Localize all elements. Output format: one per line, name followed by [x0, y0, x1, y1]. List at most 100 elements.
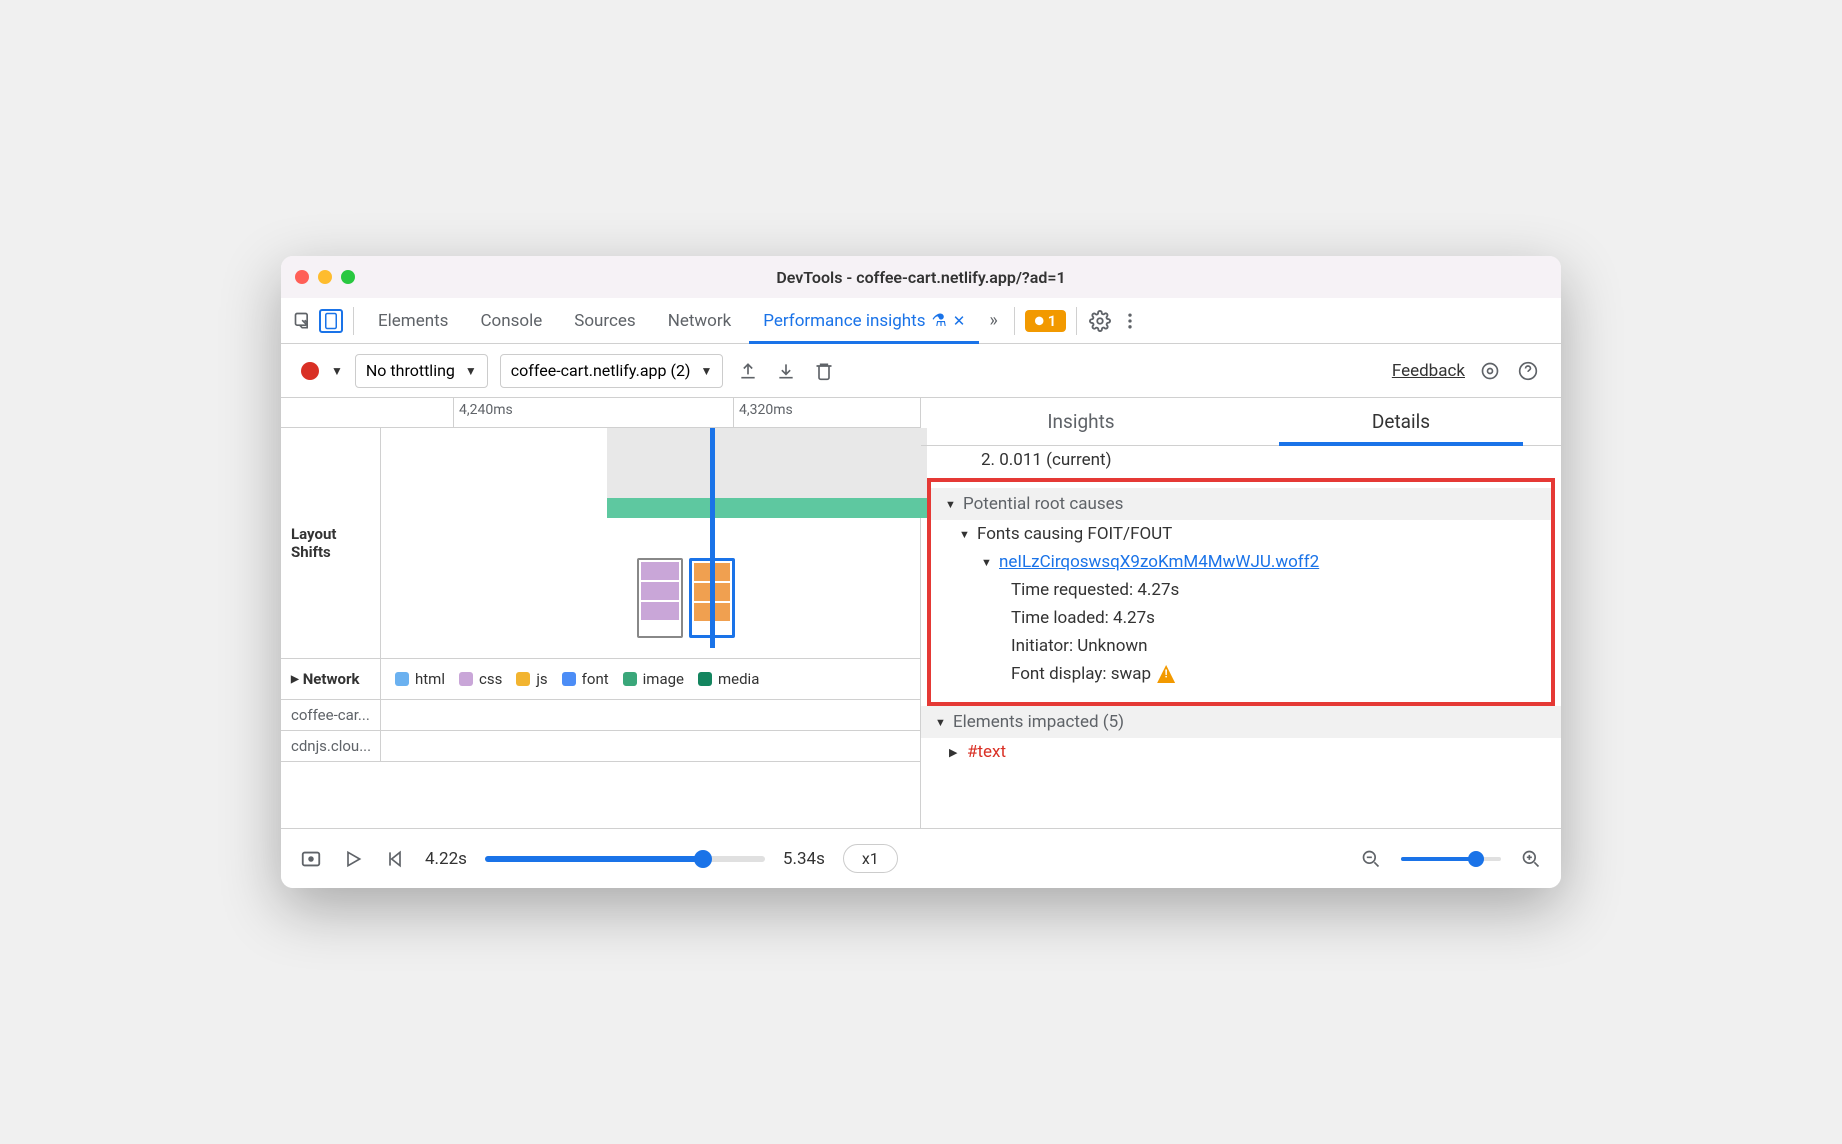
- disclosure-icon: ▶: [291, 674, 299, 685]
- time-ruler[interactable]: 4,240ms 4,320ms: [281, 398, 920, 428]
- skip-back-icon[interactable]: [383, 847, 407, 871]
- issues-count: 1: [1048, 312, 1057, 330]
- zoom-knob[interactable]: [1468, 851, 1484, 867]
- tab-details[interactable]: Details: [1241, 398, 1561, 445]
- play-icon[interactable]: [341, 847, 365, 871]
- warning-icon: [1157, 665, 1175, 683]
- playback-slider[interactable]: [485, 856, 765, 862]
- separator: [1076, 307, 1077, 335]
- font-display: Font display: swap: [931, 660, 1551, 688]
- close-window-button[interactable]: [295, 270, 309, 284]
- tab-insights[interactable]: Insights: [921, 398, 1241, 445]
- kebab-menu-icon[interactable]: [1117, 308, 1143, 334]
- feedback-link[interactable]: Feedback: [1392, 361, 1465, 381]
- layout-shift-range[interactable]: [607, 428, 927, 498]
- slider-knob[interactable]: [694, 850, 712, 868]
- font-file-entry[interactable]: ▼ neILzCirqoswsqX9zoKmM4MwWJU.woff2: [931, 548, 1551, 576]
- record-dropdown-icon[interactable]: ▼: [331, 364, 343, 378]
- separator: [1014, 307, 1015, 335]
- record-button[interactable]: [301, 362, 319, 380]
- recording-select[interactable]: coffee-cart.netlify.app (2) ▼: [500, 354, 724, 388]
- settings-gear-icon[interactable]: [1477, 358, 1503, 384]
- layout-shift-bar[interactable]: [607, 498, 927, 518]
- right-subtabs: Insights Details: [921, 398, 1561, 446]
- speed-toggle[interactable]: x1: [843, 844, 898, 873]
- flask-icon: ⚗: [932, 311, 947, 331]
- details-pane: Insights Details 2. 0.011 (current) ▼ Po…: [921, 398, 1561, 828]
- playbar-end-time: 5.34s: [783, 849, 825, 869]
- zoom-in-icon[interactable]: [1519, 847, 1543, 871]
- tab-network[interactable]: Network: [654, 298, 746, 344]
- playbar-start-time: 4.22s: [425, 849, 467, 869]
- import-icon[interactable]: [773, 358, 799, 384]
- playhead[interactable]: [710, 428, 715, 648]
- legend-image: image: [623, 670, 684, 688]
- legend-swatch: [459, 672, 473, 686]
- section-elements-impacted[interactable]: ▼ Elements impacted (5): [921, 706, 1561, 738]
- font-display-label: Font display: swap: [1011, 664, 1151, 684]
- disclosure-icon: ▼: [945, 498, 957, 511]
- time-requested: Time requested: 4.27s: [931, 576, 1551, 604]
- preview-icon[interactable]: [299, 847, 323, 871]
- impacted-element[interactable]: ▶ #text: [921, 738, 1561, 766]
- prev-entry: 2. 0.011 (current): [921, 446, 1561, 478]
- legend-swatch: [395, 672, 409, 686]
- issues-badge[interactable]: 1: [1025, 310, 1067, 332]
- throttling-label: No throttling: [366, 361, 455, 380]
- ruler-tick: 4,320ms: [739, 402, 793, 418]
- fonts-foit-fout[interactable]: ▼ Fonts causing FOIT/FOUT: [931, 520, 1551, 548]
- more-tabs-icon[interactable]: »: [983, 310, 1003, 331]
- highlighted-section: ▼ Potential root causes ▼ Fonts causing …: [927, 478, 1555, 706]
- section-root-causes[interactable]: ▼ Potential root causes: [931, 488, 1551, 520]
- playback-bar: 4.22s 5.34s x1: [281, 828, 1561, 888]
- ruler-tick: 4,240ms: [459, 402, 513, 418]
- legend-media: media: [698, 670, 759, 688]
- timeline-pane: 4,240ms 4,320ms Layout Shifts ▶Network h…: [281, 398, 921, 828]
- zoom-slider[interactable]: [1401, 857, 1501, 861]
- network-item-row[interactable]: cdnjs.clou...: [281, 731, 920, 762]
- slider-fill: [485, 856, 703, 862]
- legend-css: css: [459, 670, 502, 688]
- inspect-element-icon[interactable]: [291, 309, 315, 333]
- network-item-label: cdnjs.clou...: [281, 731, 381, 761]
- export-icon[interactable]: [735, 358, 761, 384]
- tab-sources[interactable]: Sources: [560, 298, 649, 344]
- minimize-window-button[interactable]: [318, 270, 332, 284]
- chevron-down-icon: ▼: [701, 364, 713, 378]
- titlebar: DevTools - coffee-cart.netlify.app/?ad=1: [281, 256, 1561, 298]
- close-tab-icon[interactable]: ✕: [953, 312, 966, 330]
- main-area: 4,240ms 4,320ms Layout Shifts ▶Network h…: [281, 398, 1561, 828]
- network-item-row[interactable]: coffee-car...: [281, 700, 920, 731]
- layout-shifts-track: Layout Shifts: [281, 428, 920, 659]
- network-item-label: coffee-car...: [281, 700, 381, 730]
- window-title: DevTools - coffee-cart.netlify.app/?ad=1: [776, 268, 1065, 287]
- tab-console[interactable]: Console: [466, 298, 556, 344]
- initiator: Initiator: Unknown: [931, 632, 1551, 660]
- frame-thumb[interactable]: [637, 558, 683, 638]
- fonts-title: Fonts causing FOIT/FOUT: [977, 524, 1172, 544]
- time-loaded: Time loaded: 4.27s: [931, 604, 1551, 632]
- track-label[interactable]: ▶Network: [281, 659, 381, 699]
- disclosure-icon: ▼: [935, 716, 947, 729]
- tab-elements[interactable]: Elements: [364, 298, 462, 344]
- text-node-label: #text: [967, 742, 1006, 762]
- details-body: 2. 0.011 (current) ▼ Potential root caus…: [921, 446, 1561, 828]
- zoom-out-icon[interactable]: [1359, 847, 1383, 871]
- traffic-lights: [295, 270, 355, 284]
- network-track-header: ▶Network html css js font image media: [281, 659, 920, 700]
- throttling-select[interactable]: No throttling ▼: [355, 354, 488, 388]
- maximize-window-button[interactable]: [341, 270, 355, 284]
- trash-icon[interactable]: [811, 358, 837, 384]
- gear-icon[interactable]: [1087, 308, 1113, 334]
- device-toolbar-icon[interactable]: [319, 309, 343, 333]
- perf-toolbar: ▼ No throttling ▼ coffee-cart.netlify.ap…: [281, 344, 1561, 398]
- section-title: Potential root causes: [963, 494, 1123, 514]
- legend-swatch: [516, 672, 530, 686]
- disclosure-icon: ▶: [949, 746, 961, 759]
- help-icon[interactable]: [1515, 358, 1541, 384]
- zoom-fill: [1401, 857, 1476, 861]
- tab-performance-insights[interactable]: Performance insights ⚗ ✕: [749, 298, 979, 344]
- font-file-link[interactable]: neILzCirqoswsqX9zoKmM4MwWJU.woff2: [999, 552, 1319, 572]
- legend-js: js: [516, 670, 547, 688]
- timeline-track[interactable]: [381, 428, 920, 658]
